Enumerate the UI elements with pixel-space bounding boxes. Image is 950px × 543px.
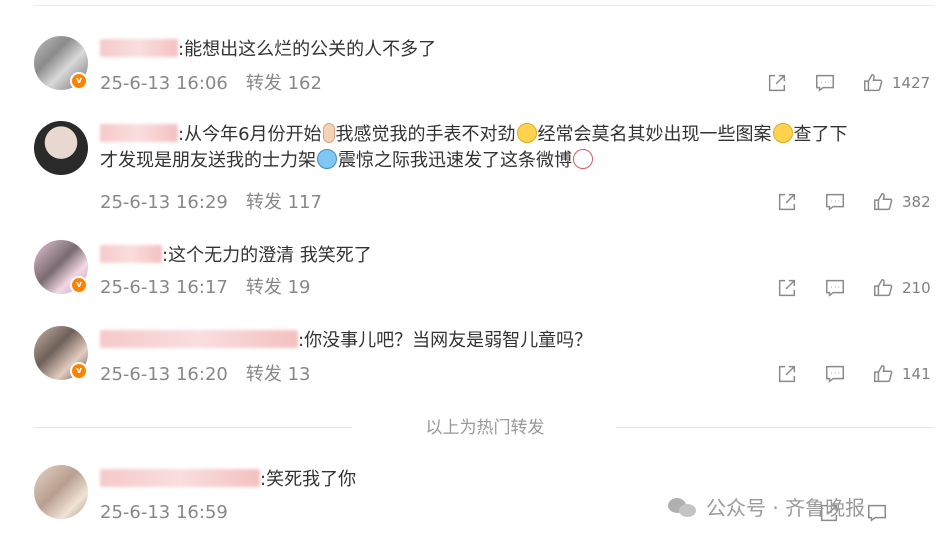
like-button[interactable]: 210 (872, 277, 931, 299)
comment-meta: 25-6-13 16:29 转发 117 (100, 192, 322, 214)
kissing-face-emoji-icon (772, 123, 793, 143)
like-icon (874, 279, 893, 297)
clown-face-emoji-icon (573, 149, 593, 169)
like-icon (874, 365, 893, 383)
wechat-icon (668, 496, 698, 518)
share-icon (778, 365, 796, 383)
confounded-face-emoji-icon (516, 123, 537, 143)
username-blurred[interactable] (100, 469, 260, 487)
username-blurred[interactable] (100, 330, 298, 348)
comment-text: :这个无力的澄清 我笑死了 (100, 243, 930, 269)
comment-meta: 25-6-13 16:59 (100, 502, 246, 524)
comment-icon (826, 279, 844, 297)
comment-body: :你没事儿吧？当网友是弱智儿童吗？ (298, 330, 593, 351)
verified-badge-icon: v (70, 362, 88, 380)
comment-text: :你没事儿吧？当网友是弱智儿童吗？ (100, 328, 930, 354)
comment-button[interactable] (824, 191, 846, 213)
timestamp: 25-6-13 16:20 (100, 364, 228, 385)
watermark-text: 公众号 · 齐鲁晚报 (706, 496, 866, 520)
like-icon (864, 74, 883, 92)
comment-actions: 141 (776, 363, 931, 385)
share-button[interactable] (776, 191, 798, 213)
share-icon (768, 74, 786, 92)
comment-icon (826, 193, 844, 211)
verified-badge-icon: v (70, 276, 88, 294)
section-divider-left (34, 427, 352, 428)
comment-actions: 210 (776, 277, 931, 299)
comment-button[interactable] (866, 502, 888, 524)
comment-icon (868, 504, 886, 522)
share-button[interactable] (766, 72, 788, 94)
comment-body-part: 查了下 (793, 124, 848, 145)
comment-text: :能想出这么烂的公关的人不多了 (100, 37, 930, 63)
share-icon (778, 279, 796, 297)
repost-count: 162 (287, 73, 322, 94)
comment-body-part: 我感觉我的手表不对劲 (335, 124, 516, 145)
comment-body-part: :从今年6月份开始 (178, 124, 322, 145)
comment-icon (826, 365, 844, 383)
comment-text: :从今年6月份开始 我感觉我的手表不对劲 经常会莫名其妙出现一些图案 查了下 才发现是… (100, 122, 930, 174)
username-blurred[interactable] (100, 245, 162, 263)
repost-count: 19 (287, 277, 311, 298)
top-divider (34, 5, 934, 6)
repost-label: 转发 (245, 364, 282, 385)
repost-label: 转发 (245, 277, 282, 298)
timestamp: 25-6-13 16:06 (100, 73, 228, 94)
watermark: 公众号 · 齐鲁晚报 (668, 492, 865, 521)
repost-count: 117 (287, 192, 322, 213)
comment-icon (816, 74, 834, 92)
timestamp: 25-6-13 16:17 (100, 277, 228, 298)
like-count: 382 (902, 193, 931, 211)
comment-body: :笑死我了你 (260, 469, 357, 490)
repost-count: 13 (287, 364, 311, 385)
comment-button[interactable] (824, 277, 846, 299)
comment-body: :能想出这么烂的公关的人不多了 (178, 39, 437, 60)
hand-emoji-icon (322, 123, 335, 143)
comment-actions: 382 (776, 191, 931, 213)
like-count: 1427 (892, 74, 931, 92)
comment-button[interactable] (824, 363, 846, 385)
repost-label: 转发 (245, 73, 282, 94)
share-button[interactable] (776, 277, 798, 299)
comment-meta: 25-6-13 16:17 转发 19 (100, 277, 311, 299)
comment-actions: 1427 (766, 72, 930, 94)
like-count: 210 (902, 279, 931, 297)
screaming-face-emoji-icon (317, 149, 337, 169)
comment-text: :笑死我了你 (100, 467, 930, 493)
comment-button[interactable] (814, 72, 836, 94)
username-blurred[interactable] (100, 39, 178, 57)
like-icon (874, 193, 893, 211)
section-divider-right (616, 427, 934, 428)
comment-meta: 25-6-13 16:20 转发 13 (100, 364, 311, 386)
verified-badge-icon: v (70, 72, 88, 90)
like-button[interactable]: 382 (872, 191, 931, 213)
timestamp: 25-6-13 16:29 (100, 192, 228, 213)
username-blurred[interactable] (100, 124, 178, 142)
avatar[interactable] (34, 465, 88, 519)
share-icon (778, 193, 796, 211)
repost-label: 转发 (245, 192, 282, 213)
like-count: 141 (902, 365, 931, 383)
like-button[interactable]: 141 (872, 363, 931, 385)
hot-reposts-divider-label: 以上为热门转发 (425, 418, 545, 438)
comment-body-part: 才发现是朋友送我的士力架 (100, 150, 316, 171)
comment-meta: 25-6-13 16:06 转发 162 (100, 73, 322, 95)
comment-body: :这个无力的澄清 我笑死了 (162, 245, 372, 266)
timestamp: 25-6-13 16:59 (100, 502, 228, 523)
comment-body-part: 震惊之际我迅速发了这条微博 (338, 150, 572, 171)
like-button[interactable]: 1427 (862, 72, 930, 94)
comment-body-part: 经常会莫名其妙出现一些图案 (537, 124, 772, 145)
share-button[interactable] (776, 363, 798, 385)
avatar[interactable] (34, 121, 88, 175)
